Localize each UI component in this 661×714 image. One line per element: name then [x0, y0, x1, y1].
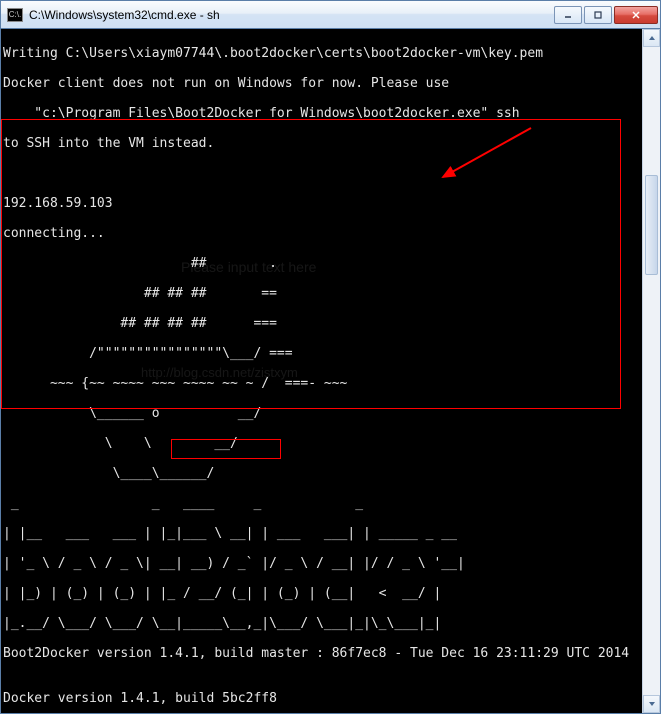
window-buttons — [552, 6, 658, 24]
term-line: \ \ __/ — [3, 436, 640, 451]
scroll-down-button[interactable] — [643, 695, 660, 713]
term-line: ## . — [3, 256, 640, 271]
term-line: connecting... — [3, 226, 640, 241]
close-button[interactable] — [614, 6, 658, 24]
chevron-down-icon — [647, 699, 657, 709]
minimize-button[interactable] — [554, 6, 582, 24]
close-icon — [631, 10, 641, 20]
term-line: Writing C:\Users\xiaym07744\.boot2docker… — [3, 46, 640, 61]
term-line: Boot2Docker version 1.4.1, build master … — [3, 646, 640, 661]
terminal-output[interactable]: Writing C:\Users\xiaym07744\.boot2docker… — [1, 29, 642, 713]
term-line: ## ## ## == — [3, 286, 640, 301]
maximize-button[interactable] — [584, 6, 612, 24]
term-line: to SSH into the VM instead. — [3, 136, 640, 151]
term-line: Docker client does not run on Windows fo… — [3, 76, 640, 91]
maximize-icon — [593, 10, 603, 20]
scroll-thumb[interactable] — [645, 175, 658, 275]
term-line: Docker version 1.4.1, build 5bc2ff8 — [3, 691, 640, 706]
term-line: \______ o __/ — [3, 406, 640, 421]
term-line: "c:\Program Files\Boot2Docker for Window… — [3, 106, 640, 121]
term-line: | |__ ___ ___ | |_|___ \ __| | ___ ___| … — [3, 526, 640, 541]
term-line: | |_) | (_) | (_) | |_ / __/ (_| | (_) |… — [3, 586, 640, 601]
term-line: \____\______/ — [3, 466, 640, 481]
term-line: _ _ ____ _ _ — [3, 496, 640, 511]
term-line: | '_ \ / _ \ / _ \| __| __) / _` |/ _ \ … — [3, 556, 640, 571]
vertical-scrollbar[interactable] — [642, 29, 660, 713]
term-line: /""""""""""""""""\___/ === — [3, 346, 640, 361]
scroll-track[interactable] — [643, 47, 660, 695]
term-line: ~~~ {~~ ~~~~ ~~~ ~~~~ ~~ ~ / ===- ~~~ — [3, 376, 640, 391]
chevron-up-icon — [647, 33, 657, 43]
cmd-icon: C:\. — [7, 8, 23, 22]
term-line: ## ## ## ## === — [3, 316, 640, 331]
scroll-up-button[interactable] — [643, 29, 660, 47]
term-line: 192.168.59.103 — [3, 196, 640, 211]
term-line: |_.__/ \___/ \___/ \__|_____\__,_|\___/ … — [3, 616, 640, 631]
window-titlebar: C:\. C:\Windows\system32\cmd.exe - sh — [1, 1, 660, 29]
minimize-icon — [563, 10, 573, 20]
window-title: C:\Windows\system32\cmd.exe - sh — [29, 8, 552, 22]
